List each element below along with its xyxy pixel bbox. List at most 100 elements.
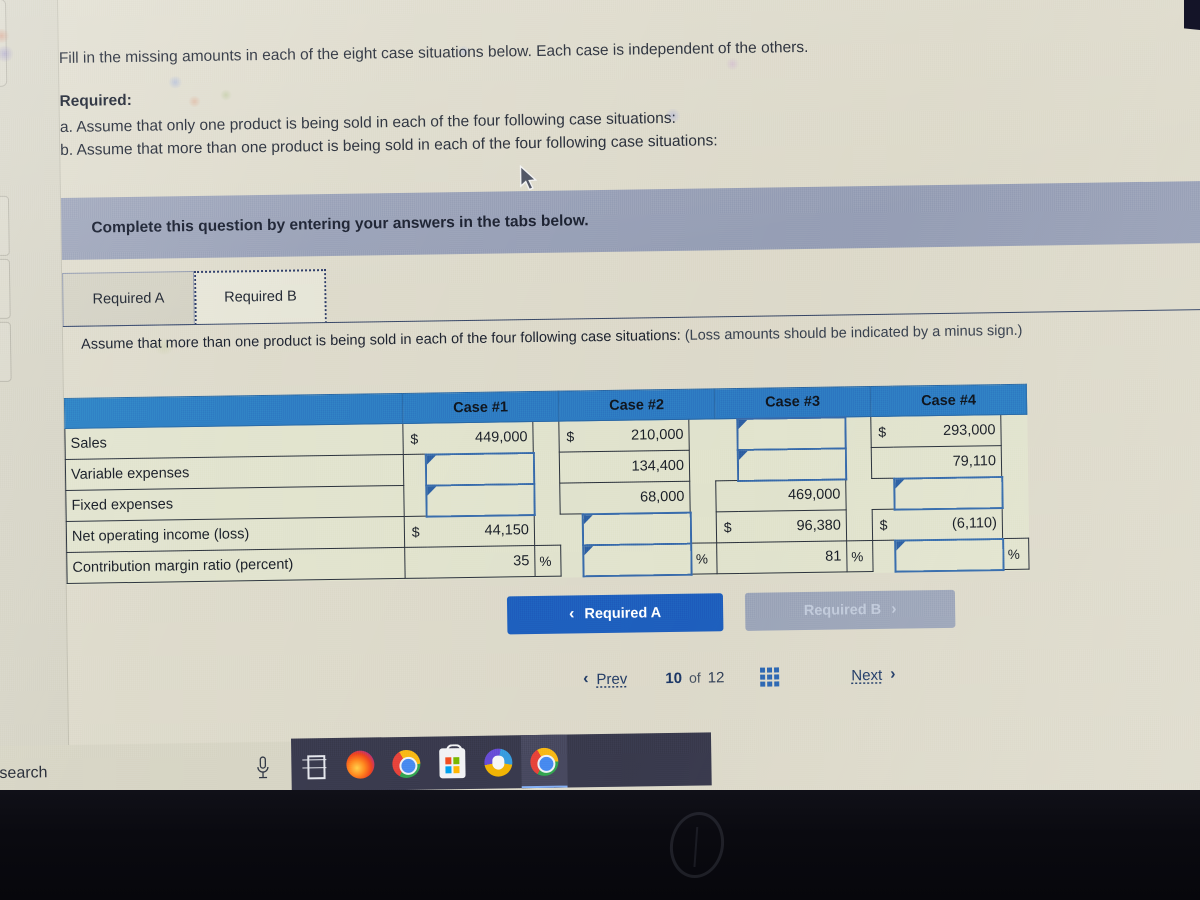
input-variable-expenses-case3[interactable] xyxy=(737,447,846,481)
row-label-contribution-margin-ratio: Contribution margin ratio (percent) xyxy=(66,547,406,584)
suffix-sales-case1 xyxy=(533,421,559,452)
monitor-bezel-corner xyxy=(1184,0,1200,30)
prev-page-button[interactable]: ‹ Prev xyxy=(583,670,627,689)
case-table-container: Case #1 Case #2 Case #3 Case #4 Sales $ … xyxy=(63,383,1030,585)
chevron-left-icon: ‹ xyxy=(583,670,589,688)
cell-variable-expenses-case4: 79,110 xyxy=(893,445,1002,479)
input-net-operating-income-case2[interactable] xyxy=(582,512,691,545)
case-table-body: Sales $ 449,000 $ 210,000 $ 293,000 Vari… xyxy=(64,414,1030,584)
next-page-label: Next xyxy=(851,666,883,684)
spacer xyxy=(873,540,895,571)
assume-note-text: (Loss amounts should be indicated by a m… xyxy=(684,322,1023,344)
cell-fixed-expenses-case3: 469,000 xyxy=(737,478,847,512)
suffix-contribution-margin-case3: % xyxy=(846,540,874,572)
background-panel xyxy=(0,321,12,383)
screen-area: s Fill in the missing amounts in each of… xyxy=(0,0,1200,828)
column-header-case-4: Case #4 xyxy=(870,384,1027,417)
suffix-variable-expenses-case1 xyxy=(533,452,559,483)
currency-symbol xyxy=(559,451,582,484)
search-label: search xyxy=(0,764,48,782)
spacer xyxy=(560,514,582,545)
firefox-icon[interactable] xyxy=(337,737,384,791)
monitor-bezel xyxy=(0,790,1200,900)
cell-net-operating-income-case4: (6,110) xyxy=(894,507,1003,541)
prev-requirement-button[interactable]: ‹ Required A xyxy=(506,593,724,635)
windows-taskbar xyxy=(290,732,712,792)
suffix-fixed-expenses-case2 xyxy=(690,481,716,512)
suffix-net-operating-income-case4 xyxy=(1002,507,1028,538)
next-requirement-label: Required B xyxy=(803,601,882,620)
hp-logo xyxy=(667,812,727,878)
tab-required-b-label: Required B xyxy=(224,288,297,306)
store-glyph xyxy=(439,747,466,778)
suffix-sales-case2 xyxy=(689,419,715,450)
cell-net-operating-income-case1: 44,150 xyxy=(426,514,535,548)
spacer xyxy=(403,454,425,485)
input-variable-expenses-case1[interactable] xyxy=(425,452,534,486)
currency-symbol: $ xyxy=(558,420,582,453)
suffix-sales-case4 xyxy=(1001,414,1027,445)
suffix-contribution-margin-case2: % xyxy=(690,542,718,575)
chrome-glyph xyxy=(392,749,421,778)
chrome-active-glyph xyxy=(530,747,559,776)
spacer xyxy=(561,545,583,576)
lens-flare-speck xyxy=(0,45,15,62)
cell-fixed-expenses-case2: 68,000 xyxy=(581,481,691,514)
requirement-nav: ‹ Required A Required B › xyxy=(506,589,978,636)
suffix-net-operating-income-case3 xyxy=(846,510,872,541)
suffix-fixed-expenses-case4 xyxy=(1002,476,1028,507)
currency-symbol xyxy=(871,447,894,479)
cell-contribution-margin-case1: 35 xyxy=(426,545,536,579)
input-fixed-expenses-case1[interactable] xyxy=(425,483,535,517)
currency-symbol xyxy=(559,482,583,515)
chrome-icon[interactable] xyxy=(383,737,430,791)
currency-symbol: $ xyxy=(716,511,739,543)
browser-icon[interactable] xyxy=(475,735,522,789)
column-header-case-3: Case #3 xyxy=(714,386,871,419)
currency-symbol xyxy=(404,547,428,579)
lens-flare-speck xyxy=(219,89,233,101)
row-label-fixed-expenses: Fixed expenses xyxy=(65,485,405,522)
instruction-banner: Complete this question by entering your … xyxy=(60,180,1200,260)
next-page-button[interactable]: Next › xyxy=(851,666,895,685)
task-view-icon[interactable] xyxy=(291,738,338,792)
suffix-net-operating-income-case1 xyxy=(534,514,560,545)
tab-required-b[interactable]: Required B xyxy=(194,269,327,326)
lens-flare-speck xyxy=(167,76,184,89)
required-item-a: a. Assume that only one product is being… xyxy=(59,109,677,137)
assume-main-text: Assume that more than one product is bei… xyxy=(81,327,681,353)
input-sales-case3[interactable] xyxy=(736,416,846,450)
input-fixed-expenses-case4[interactable] xyxy=(893,476,1003,510)
input-contribution-margin-case2[interactable] xyxy=(582,543,692,576)
instruction-banner-text: Complete this question by entering your … xyxy=(91,212,589,237)
tab-required-a-label: Required A xyxy=(92,290,165,308)
tab-bar: Required A Required B xyxy=(62,256,1200,327)
background-panel xyxy=(0,195,10,257)
chrome-active-icon[interactable] xyxy=(520,734,568,789)
chevron-left-icon: ‹ xyxy=(568,605,575,623)
case-table: Case #1 Case #2 Case #3 Case #4 Sales $ … xyxy=(63,383,1030,585)
question-page: Fill in the missing amounts in each of t… xyxy=(58,0,1200,780)
column-header-case-2: Case #2 xyxy=(558,388,715,422)
input-contribution-margin-case4[interactable] xyxy=(894,538,1004,572)
required-heading: Required: xyxy=(59,91,132,111)
grid-view-icon[interactable] xyxy=(760,666,780,687)
suffix-fixed-expenses-case1 xyxy=(534,483,560,514)
firefox-glyph xyxy=(346,749,375,779)
chevron-right-icon: › xyxy=(891,600,897,618)
background-panel xyxy=(0,0,8,88)
row-label-sales: Sales xyxy=(64,423,404,460)
suffix-variable-expenses-case4 xyxy=(1001,445,1027,476)
currency-symbol: $ xyxy=(404,516,427,548)
suffix-contribution-margin-case1: % xyxy=(534,545,562,577)
suffix-fixed-expenses-case3 xyxy=(846,479,872,510)
cell-sales-case2: 210,000 xyxy=(580,419,690,452)
microsoft-store-icon[interactable] xyxy=(429,736,476,790)
spacer xyxy=(404,485,426,516)
monitor-photo: s Fill in the missing amounts in each of… xyxy=(0,0,1200,900)
next-requirement-button[interactable]: Required B › xyxy=(744,589,956,631)
tab-required-a[interactable]: Required A xyxy=(62,271,195,327)
total-page-count: 12 xyxy=(707,668,725,686)
microphone-icon[interactable] xyxy=(256,756,269,782)
suffix-variable-expenses-case3 xyxy=(845,448,871,479)
